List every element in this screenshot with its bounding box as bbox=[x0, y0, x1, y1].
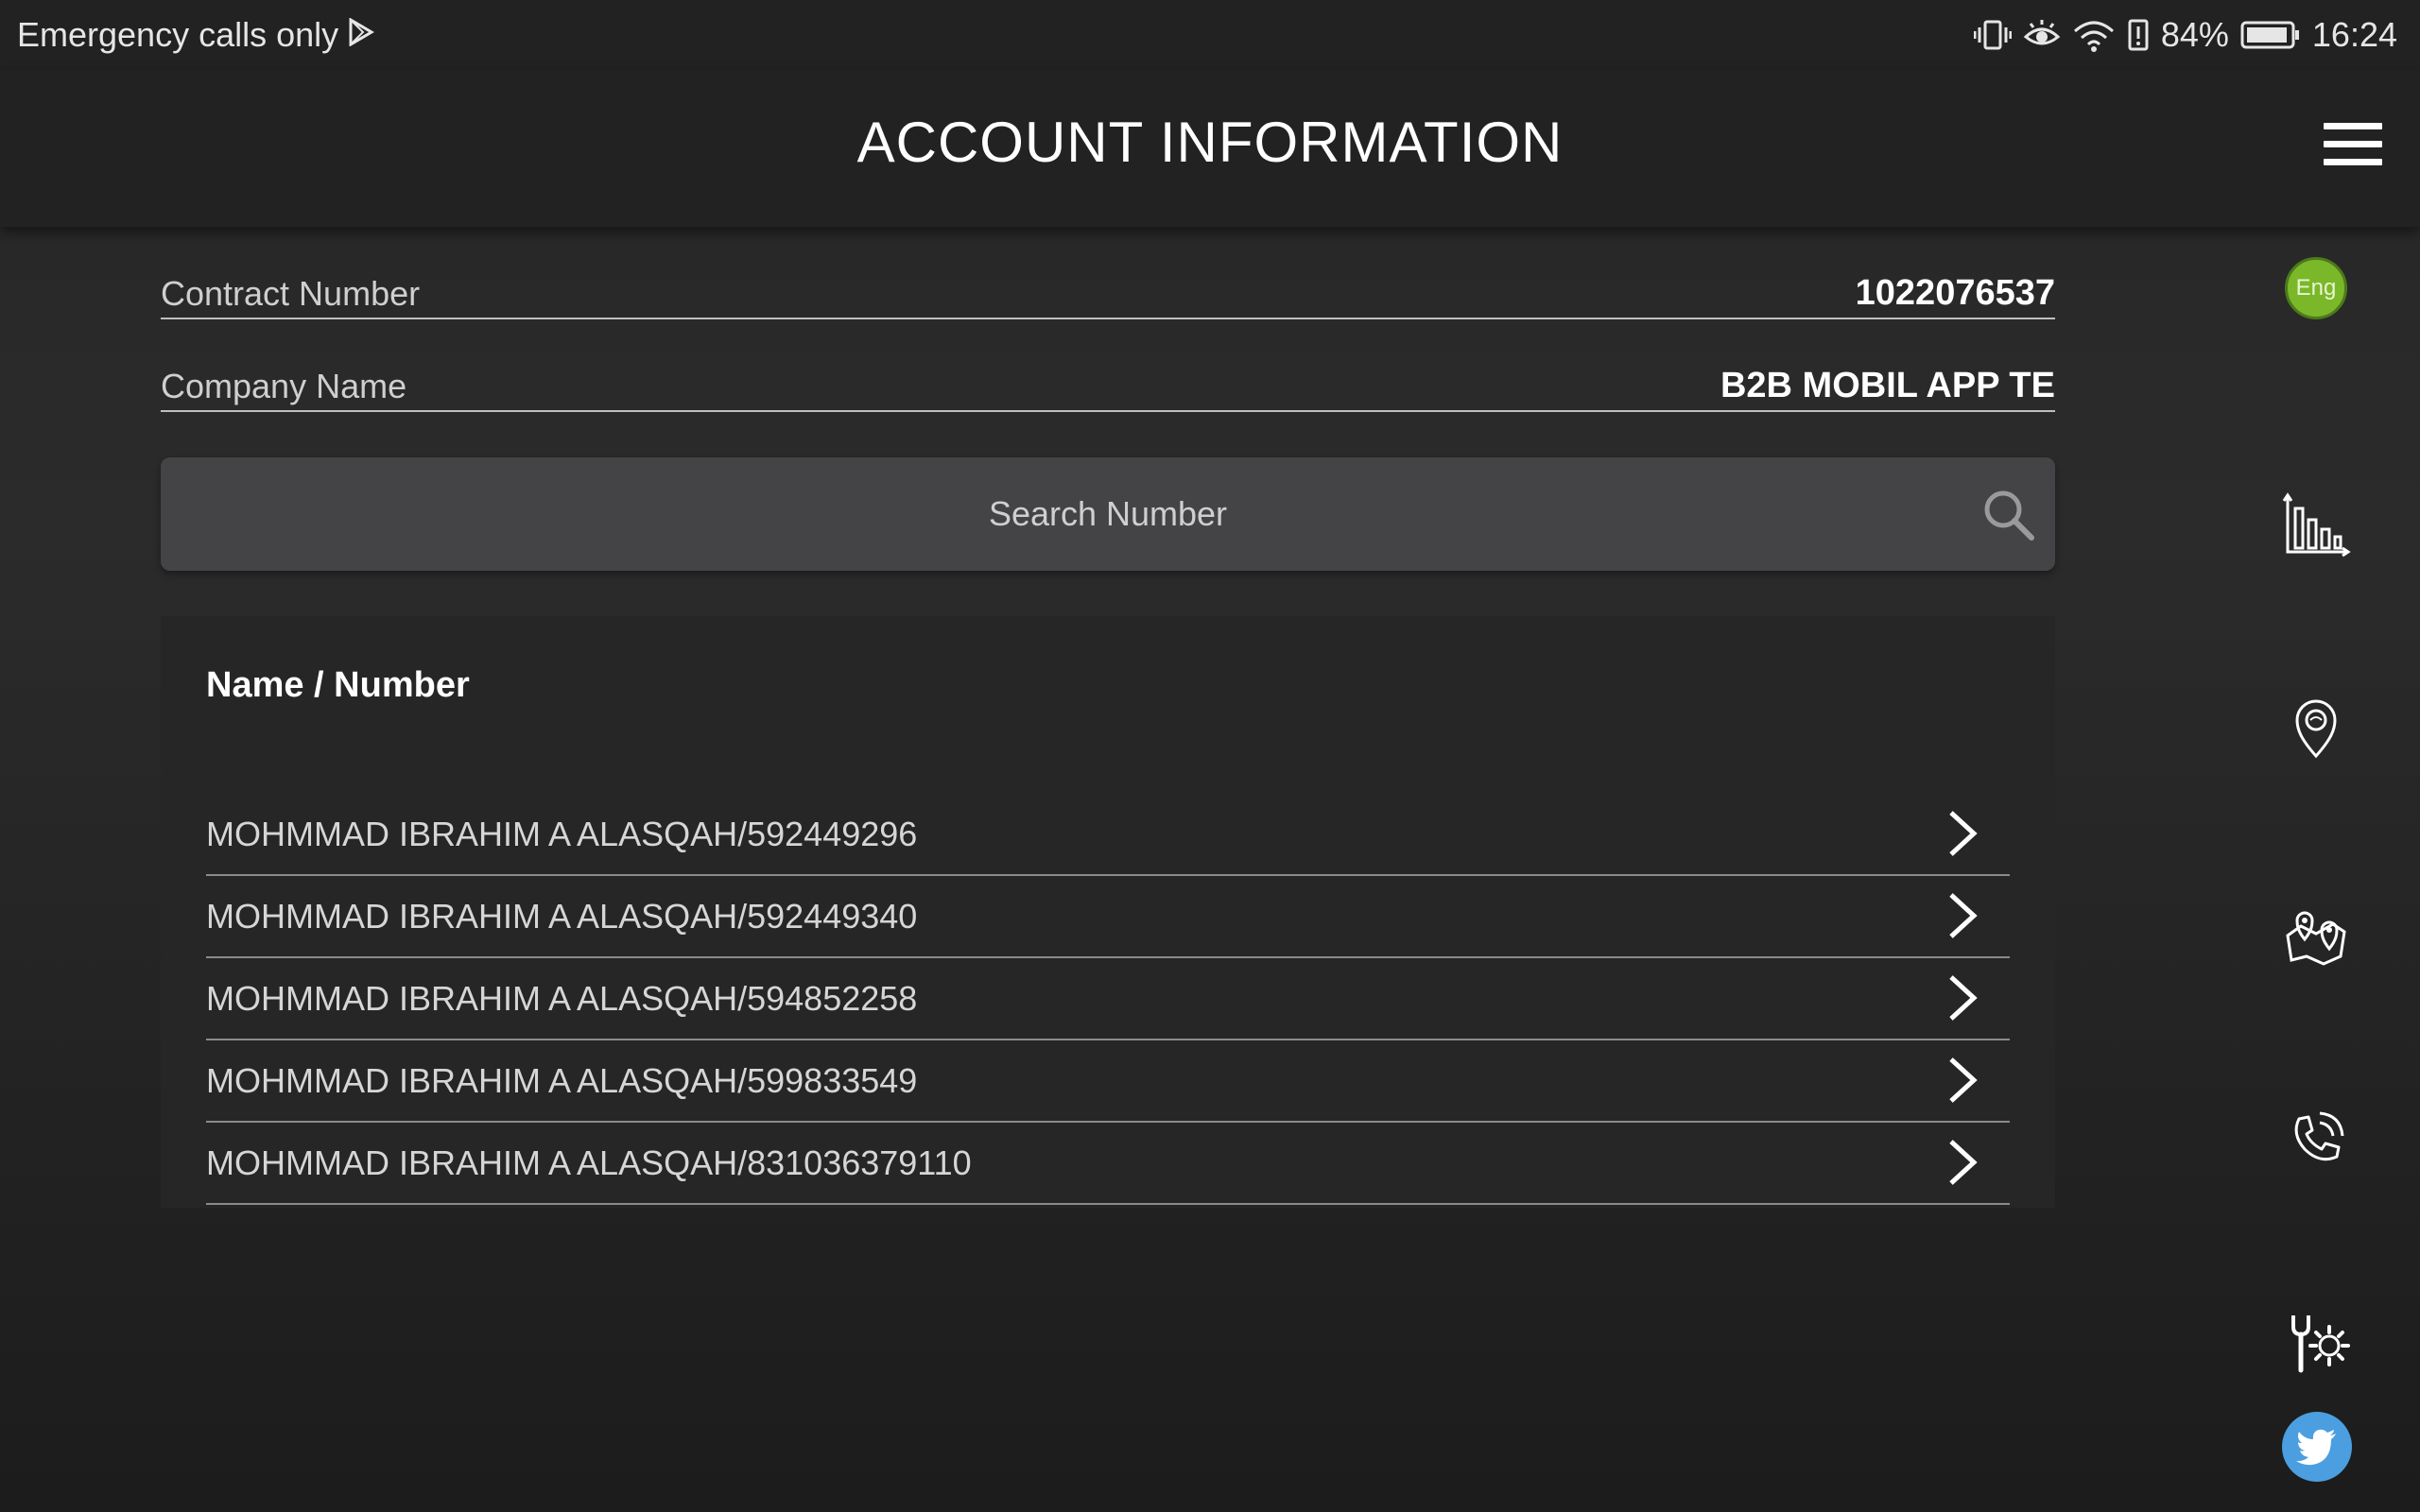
app-header: ACCOUNT INFORMATION bbox=[0, 70, 2420, 227]
list-item[interactable]: MOHMMAD IBRAHIM A ALASQAH/592449340 bbox=[206, 876, 2010, 958]
numbers-list-panel: Name / Number MOHMMAD IBRAHIM A ALASQAH/… bbox=[161, 616, 2055, 1208]
store-location-icon[interactable] bbox=[2278, 690, 2354, 765]
hamburger-menu-icon[interactable] bbox=[2324, 123, 2386, 172]
contract-number-value: 1022076537 bbox=[1855, 273, 2055, 313]
list-item-label: MOHMMAD IBRAHIM A ALASQAH/599833549 bbox=[206, 1061, 918, 1100]
company-name-value: B2B MOBIL APP TE bbox=[1720, 366, 2055, 405]
list-item-label: MOHMMAD IBRAHIM A ALASQAH/831036379110 bbox=[206, 1143, 972, 1182]
search-box bbox=[161, 457, 2055, 571]
language-toggle-button[interactable]: Eng bbox=[2285, 257, 2347, 319]
twitter-icon[interactable] bbox=[2282, 1412, 2352, 1482]
carrier-text: Emergency calls only bbox=[17, 15, 339, 54]
list-item-label: MOHMMAD IBRAHIM A ALASQAH/592449296 bbox=[206, 815, 918, 853]
status-bar: Emergency calls only 84% 16:24 bbox=[0, 0, 2420, 70]
wifi-icon bbox=[2072, 18, 2116, 52]
list-item[interactable]: MOHMMAD IBRAHIM A ALASQAH/831036379110 bbox=[206, 1123, 2010, 1205]
search-icon[interactable] bbox=[1981, 488, 2036, 542]
company-name-field: Company Name B2B MOBIL APP TE bbox=[161, 355, 2055, 412]
search-input[interactable] bbox=[161, 457, 2055, 571]
company-name-label: Company Name bbox=[161, 367, 407, 405]
status-right: 84% 16:24 bbox=[1973, 15, 2397, 55]
battery-icon bbox=[2240, 20, 2301, 50]
contract-number-label: Contract Number bbox=[161, 274, 421, 313]
map-locations-icon[interactable] bbox=[2278, 898, 2354, 973]
battery-alert-icon bbox=[2127, 18, 2150, 52]
battery-percent: 84% bbox=[2160, 15, 2229, 54]
list-item[interactable]: MOHMMAD IBRAHIM A ALASQAH/592449296 bbox=[206, 794, 2010, 876]
services-tools-icon[interactable] bbox=[2278, 1304, 2354, 1380]
list-item-label: MOHMMAD IBRAHIM A ALASQAH/592449340 bbox=[206, 897, 918, 936]
chevron-right-icon bbox=[1949, 1057, 1978, 1103]
page-title: ACCOUNT INFORMATION bbox=[856, 111, 1564, 174]
contract-number-field: Contract Number 1022076537 bbox=[161, 263, 2055, 319]
list-item[interactable]: MOHMMAD IBRAHIM A ALASQAH/599833549 bbox=[206, 1040, 2010, 1123]
usage-chart-icon[interactable] bbox=[2278, 488, 2354, 563]
chevron-right-icon bbox=[1949, 811, 1978, 856]
list-header: Name / Number bbox=[206, 665, 470, 705]
chevron-right-icon bbox=[1949, 975, 1978, 1021]
clock: 16:24 bbox=[2311, 15, 2397, 54]
list-item[interactable]: MOHMMAD IBRAHIM A ALASQAH/594852258 bbox=[206, 958, 2010, 1040]
numbers-list: MOHMMAD IBRAHIM A ALASQAH/592449296 MOHM… bbox=[206, 794, 2010, 1205]
status-left: Emergency calls only bbox=[17, 15, 375, 55]
call-support-icon[interactable] bbox=[2278, 1102, 2354, 1177]
eye-comfort-icon bbox=[2023, 18, 2061, 52]
chevron-right-icon bbox=[1949, 893, 1978, 938]
list-item-label: MOHMMAD IBRAHIM A ALASQAH/594852258 bbox=[206, 979, 918, 1018]
vibrate-icon bbox=[1973, 18, 2012, 52]
chevron-right-icon bbox=[1949, 1140, 1978, 1185]
app-screen: Emergency calls only 84% 16:24 ACCOUNT I… bbox=[0, 0, 2420, 1512]
play-store-icon bbox=[348, 15, 375, 55]
